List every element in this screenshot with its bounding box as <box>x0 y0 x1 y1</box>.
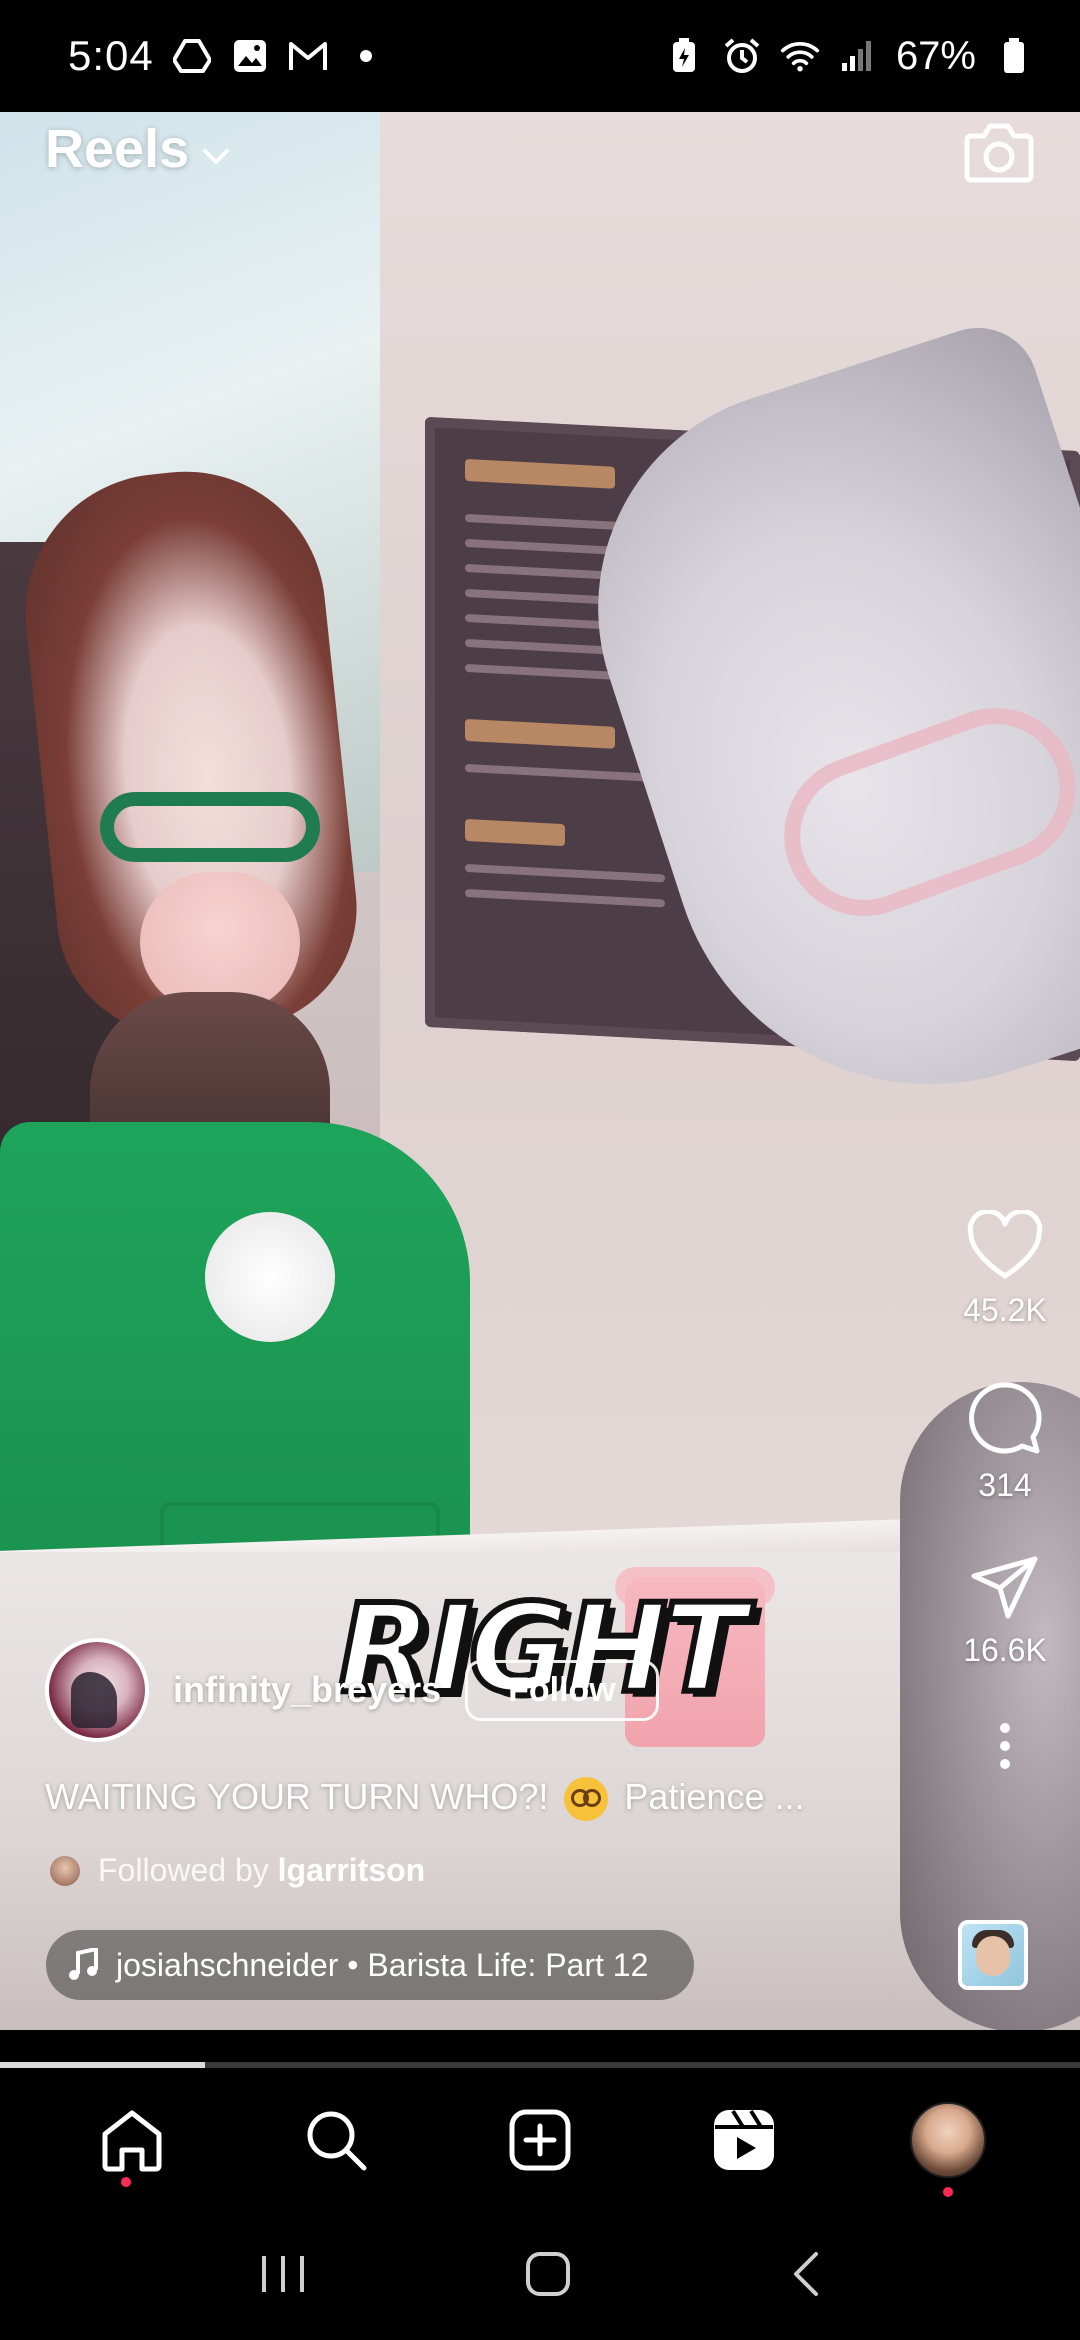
nav-search[interactable] <box>281 2085 391 2195</box>
music-note-icon <box>69 1948 98 1980</box>
horse-brown-muzzle <box>140 872 300 1012</box>
nav-create[interactable] <box>485 2085 595 2195</box>
image-icon <box>230 36 270 76</box>
back-icon <box>794 2251 818 2296</box>
drive-icon <box>172 36 212 76</box>
comment-count: 314 <box>978 1467 1032 1503</box>
status-bar: 5:04 67% <box>0 0 1080 112</box>
caption-text-start: WAITING YOUR TURN WHO?! <box>45 1776 559 1817</box>
home-notification-dot <box>121 2177 131 2187</box>
camera-icon <box>964 123 1034 183</box>
reels-title: Reels <box>45 119 190 179</box>
home-icon <box>102 2110 162 2172</box>
battery-percent: 67% <box>895 33 976 78</box>
caption-text-end: Patience ... <box>614 1776 805 1817</box>
profile-notification-dot <box>943 2187 953 2197</box>
gmail-icon <box>288 36 328 76</box>
dot-icon <box>346 36 386 76</box>
reels-dropdown[interactable]: Reels <box>45 118 231 180</box>
horse-brown-halter <box>100 792 320 862</box>
signal-icon <box>838 36 878 76</box>
battery-saver-icon <box>664 36 704 76</box>
followed-by-user: lgarritson <box>277 1852 426 1888</box>
back-button[interactable] <box>788 2250 822 2303</box>
create-icon <box>509 2109 571 2171</box>
status-left: 5:04 <box>68 32 386 80</box>
share-button[interactable]: 16.6K <box>963 1554 1047 1669</box>
home-button-icon <box>526 2251 570 2296</box>
recent-apps-icon <box>262 2255 304 2292</box>
nav-home[interactable] <box>77 2085 187 2195</box>
alarm-icon <box>722 36 762 76</box>
profile-avatar <box>910 2102 986 2178</box>
home-button[interactable] <box>524 2250 572 2303</box>
caption[interactable]: WAITING YOUR TURN WHO?! Patience ... <box>45 1776 805 1822</box>
like-button[interactable]: 45.2K <box>963 1210 1047 1329</box>
status-right: 67% <box>664 34 1034 79</box>
reels-icon <box>714 2109 774 2170</box>
more-options-button[interactable] <box>998 1721 1012 1771</box>
author-avatar[interactable] <box>45 1638 149 1742</box>
audio-thumbnail[interactable] <box>958 1920 1028 1990</box>
author-username[interactable]: infinity_breyers <box>173 1669 441 1711</box>
wifi-icon <box>780 36 820 76</box>
recent-apps-button[interactable] <box>258 2252 308 2301</box>
followed-by-label: Followed by lgarritson <box>98 1852 426 1888</box>
follower-avatar <box>50 1855 80 1886</box>
nav-profile[interactable] <box>893 2085 1003 2197</box>
action-rail: 45.2K 314 16.6K <box>930 1210 1080 1771</box>
camera-button[interactable] <box>962 118 1036 186</box>
comment-button[interactable]: 314 <box>966 1379 1044 1504</box>
send-icon <box>971 1556 1038 1619</box>
share-count: 16.6K <box>963 1632 1047 1668</box>
bottom-nav <box>0 2068 1080 2212</box>
comment-icon <box>969 1382 1042 1454</box>
audio-text: josiahschneider • Barista Life: Part 12 <box>116 1946 649 1983</box>
chevron-down-icon <box>201 118 231 180</box>
audio-pill[interactable]: josiahschneider • Barista Life: Part 12 <box>46 1930 695 2000</box>
like-count: 45.2K <box>963 1292 1047 1328</box>
follow-button[interactable]: Follow <box>465 1659 659 1721</box>
battery-icon <box>994 36 1034 76</box>
system-nav <box>0 2212 1080 2340</box>
followed-by-row[interactable]: Followed by lgarritson <box>50 1852 425 1889</box>
author-row: infinity_breyers Follow <box>45 1638 659 1742</box>
nav-reels[interactable] <box>689 2085 799 2195</box>
reel-video[interactable] <box>0 112 1080 2030</box>
apron-badge <box>205 1212 335 1342</box>
heart-icon <box>967 1210 1043 1279</box>
status-time: 5:04 <box>68 32 154 79</box>
more-vertical-icon <box>1000 1723 1010 1769</box>
search-icon <box>307 2111 367 2171</box>
dizzy-face-emoji-icon <box>564 1777 609 1822</box>
